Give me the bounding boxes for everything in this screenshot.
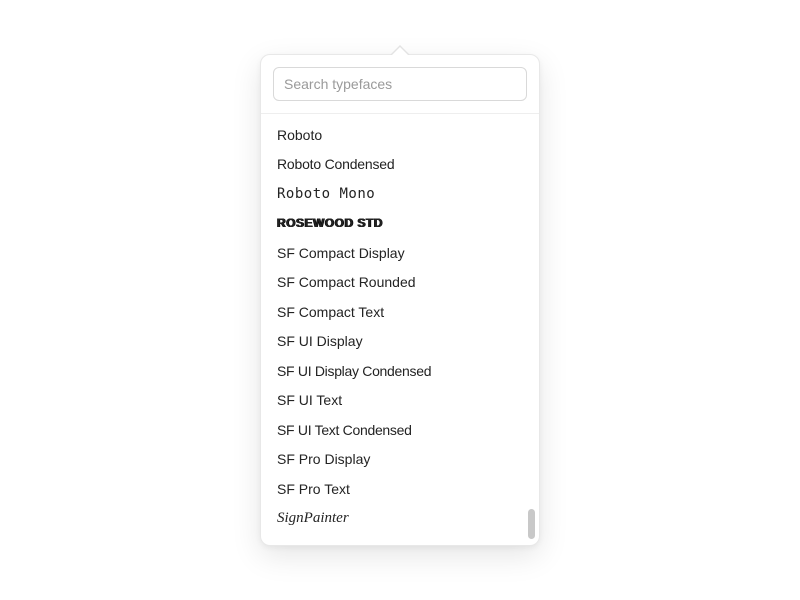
- font-label: ROSEWOOD STD: [277, 216, 383, 230]
- font-option[interactable]: SF Pro Text: [261, 474, 539, 504]
- font-list: Roboto Roboto Condensed Roboto Mono ROSE…: [261, 114, 539, 545]
- font-option[interactable]: SF UI Text: [261, 386, 539, 416]
- font-option[interactable]: SF Compact Rounded: [261, 268, 539, 298]
- font-label: Roboto Condensed: [277, 156, 394, 172]
- font-label: SF UI Text: [277, 392, 342, 408]
- font-label: SF Compact Rounded: [277, 274, 416, 290]
- scrollbar-thumb[interactable]: [528, 509, 535, 539]
- font-label: SF UI Text Condensed: [277, 422, 412, 438]
- font-option[interactable]: SF Compact Display: [261, 238, 539, 268]
- font-option[interactable]: Roboto Condensed: [261, 150, 539, 180]
- font-option[interactable]: SF UI Display Condensed: [261, 356, 539, 386]
- font-option[interactable]: Roboto: [261, 120, 539, 150]
- font-label: SF UI Display: [277, 333, 363, 349]
- font-option[interactable]: SF UI Text Condensed: [261, 415, 539, 445]
- font-option[interactable]: SF Pro Display: [261, 445, 539, 475]
- font-option[interactable]: ROSEWOOD STD: [261, 209, 539, 239]
- font-list-area: Roboto Roboto Condensed Roboto Mono ROSE…: [261, 114, 539, 545]
- font-label: SF UI Display Condensed: [277, 363, 431, 379]
- search-input[interactable]: [273, 67, 527, 101]
- font-label: SF Compact Display: [277, 245, 405, 261]
- font-label: SF Pro Display: [277, 451, 370, 467]
- search-wrap: [261, 55, 539, 114]
- scrollbar-track[interactable]: [528, 120, 535, 539]
- font-picker-popover: Roboto Roboto Condensed Roboto Mono ROSE…: [260, 54, 540, 546]
- font-label: Roboto: [277, 127, 322, 143]
- font-label: SF Compact Text: [277, 304, 384, 320]
- font-option[interactable]: SF UI Display: [261, 327, 539, 357]
- font-option[interactable]: Roboto Mono: [261, 179, 539, 209]
- font-label: SignPainter: [277, 510, 349, 527]
- font-label: Roboto Mono: [277, 186, 375, 202]
- font-label: SF Pro Text: [277, 481, 350, 497]
- font-option[interactable]: SignPainter: [261, 504, 539, 534]
- font-option[interactable]: SF Compact Text: [261, 297, 539, 327]
